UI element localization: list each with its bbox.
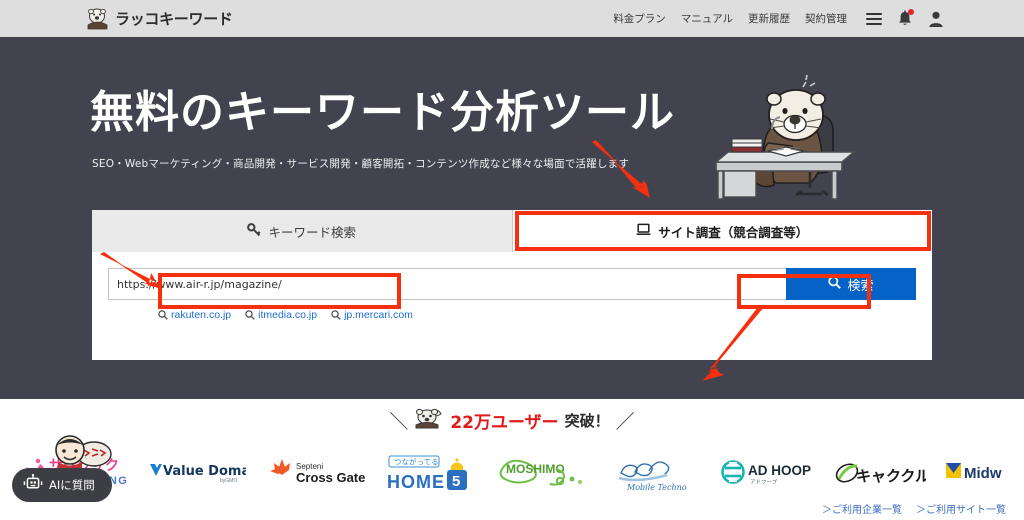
- brand-midworks[interactable]: Midw: [944, 450, 1002, 496]
- otter-at-desk-illustration: [706, 67, 866, 202]
- brand-value-domain[interactable]: Value Domain byGMO: [145, 450, 247, 496]
- hamburger-menu-icon[interactable]: [866, 12, 882, 25]
- partner-logo-strip: サクラサク MARKETING Value Domain byGMO: [0, 447, 1024, 499]
- footer-links: ＞ご利用企業一覧 ＞ご利用サイト一覧: [822, 501, 1006, 516]
- brand-line1: キャククル: [856, 467, 926, 485]
- brand-line2: アドフープ: [750, 479, 778, 486]
- brand-line2: Cross Gate: [296, 470, 365, 485]
- page-title: 無料のキーワード分析ツール: [90, 87, 675, 138]
- nav-manual[interactable]: マニュアル: [681, 11, 733, 26]
- nav-changelog[interactable]: 更新履歴: [748, 11, 790, 26]
- users-banner: ＼ 22万ユーザー 突破！ ／: [0, 407, 1024, 434]
- footer-link-companies[interactable]: ＞ご利用企業一覧: [822, 501, 902, 516]
- site-header: ラッコキーワード 料金プラン マニュアル 更新履歴 契約管理: [0, 0, 1024, 37]
- search-row: 検索: [92, 252, 932, 300]
- example-link-label: rakuten.co.jp: [171, 309, 232, 321]
- brand-line1: Value Domain: [163, 464, 246, 479]
- search-button[interactable]: 検索: [786, 268, 916, 300]
- brand-line1: つながってる: [394, 457, 439, 467]
- brand-ad-hoop[interactable]: AD HOOP アドフープ: [719, 450, 817, 496]
- search-magnifier-icon: [158, 310, 168, 320]
- ai-question-label: AIに質問: [49, 478, 95, 492]
- example-link-rakuten[interactable]: rakuten.co.jp: [158, 309, 231, 321]
- users-count: 22万ユーザー: [450, 413, 559, 433]
- brand-kyakukuru[interactable]: キャククル: [833, 450, 927, 496]
- brand-line1: MOSHIMO: [506, 462, 565, 476]
- page-root: ラッコキーワード 料金プラン マニュアル 更新履歴 契約管理 無料のキーワード分…: [0, 0, 1024, 520]
- site-logo-text: ラッコキーワード: [115, 10, 233, 28]
- brand-line1: AD HOOP: [748, 463, 811, 478]
- tab-site-survey-label: サイト調査（競合調査等）: [658, 224, 809, 240]
- ai-character-illustration: [55, 435, 112, 470]
- search-panel: キーワード検索 サイト調査（競合調査等） https://www.air-r.j…: [92, 210, 932, 360]
- search-magnifier-icon: [245, 310, 255, 320]
- brand-line2: HOME: [387, 472, 445, 492]
- laptop-icon: [636, 223, 651, 239]
- users-suffix: 突破！: [564, 412, 610, 430]
- site-logo[interactable]: ラッコキーワード: [86, 8, 233, 30]
- brand-septeni-cross-gate[interactable]: Septeni Cross Gate: [264, 450, 368, 496]
- tab-keyword-search[interactable]: キーワード検索: [92, 210, 513, 252]
- ai-assistant-widget: AIに質問: [12, 432, 122, 502]
- nav-contract[interactable]: 契約管理: [805, 11, 847, 26]
- tab-keyword-search-label: キーワード検索: [268, 224, 356, 240]
- url-search-input[interactable]: [108, 268, 786, 300]
- bottom-section: ＼ 22万ユーザー 突破！ ／ サクラサク Value Doma byGMO S…: [0, 399, 1024, 520]
- key-icon: [247, 222, 261, 240]
- example-link-label: itmedia.co.jp: [258, 309, 318, 321]
- user-account-icon[interactable]: [928, 10, 944, 28]
- nav-pricing[interactable]: 料金プラン: [613, 11, 666, 26]
- robot-icon: [23, 473, 43, 497]
- brand-home5[interactable]: つながってる HOME 5: [384, 450, 480, 496]
- tab-site-survey[interactable]: サイト調査（競合調査等）: [512, 210, 932, 252]
- example-link-mercari[interactable]: jp.mercari.com: [331, 309, 413, 321]
- example-links: rakuten.co.jp itmedia.co.jp jp.mercari.c…: [92, 300, 932, 321]
- banner-right-slash: ／: [615, 412, 635, 433]
- brand-line1: Midw: [964, 465, 1002, 482]
- footer-link-sites[interactable]: ＞ご利用サイト一覧: [916, 501, 1006, 516]
- svg-text:5: 5: [452, 473, 460, 490]
- brand-line1: Mobile Techno: [626, 483, 687, 492]
- ai-question-button[interactable]: AIに質問: [12, 468, 112, 502]
- search-tabs: キーワード検索 サイト調査（競合調査等）: [92, 210, 932, 252]
- header-nav: 料金プラン マニュアル 更新履歴 契約管理: [613, 8, 944, 28]
- example-link-label: jp.mercari.com: [344, 309, 413, 321]
- otter-logo-icon: [86, 8, 110, 30]
- brand-moshimo[interactable]: MOSHIMO: [497, 450, 597, 496]
- search-button-label: 検索: [847, 278, 874, 294]
- example-link-itmedia[interactable]: itmedia.co.jp: [245, 309, 317, 321]
- search-magnifier-icon: [331, 310, 341, 320]
- brand-mobile-techno[interactable]: Mobile Techno: [614, 450, 702, 496]
- banner-left-slash: ＼: [389, 412, 409, 433]
- hero-subtitle: SEO・Webマーケティング・商品開発・サービス開発・顧客開拓・コンテンツ作成な…: [92, 158, 630, 170]
- otter-face-icon: [414, 407, 444, 434]
- notification-dot: [908, 8, 914, 15]
- search-magnifier-icon: [828, 275, 842, 293]
- brand-line2: byGMO: [220, 478, 237, 484]
- notification-bell-icon[interactable]: [897, 8, 914, 28]
